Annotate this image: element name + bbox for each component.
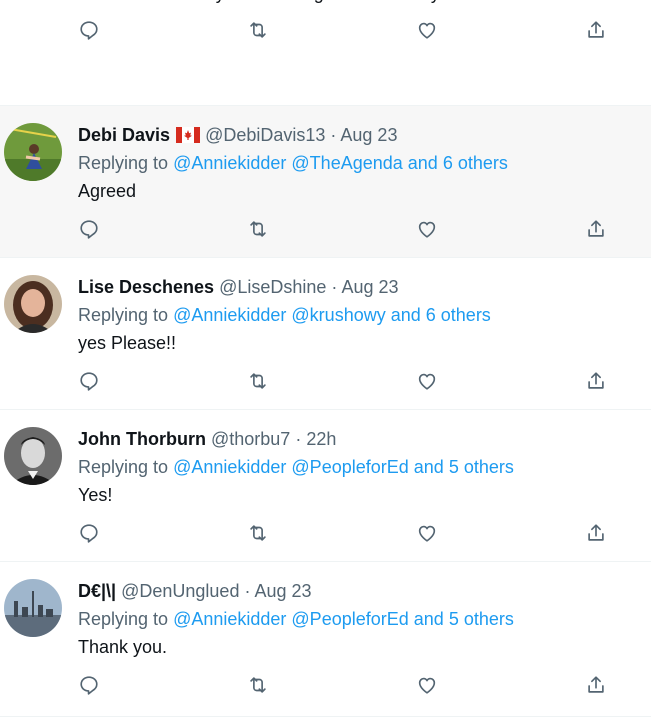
user-avatar[interactable] xyxy=(4,275,62,333)
canada-flag-icon xyxy=(176,126,201,148)
reply-icon xyxy=(78,19,100,41)
reply-tweet[interactable]: John Thorburn @thorbu7 · 22h Replying to … xyxy=(0,410,651,562)
retweet-button[interactable] xyxy=(246,521,270,545)
share-icon xyxy=(585,522,607,544)
user-avatar[interactable] xyxy=(4,579,62,637)
like-icon xyxy=(416,674,438,696)
tweet-timestamp[interactable]: 22h xyxy=(306,429,336,449)
retweet-icon xyxy=(247,522,269,544)
tweet-text: Fantastic! Thank you for taking this on.… xyxy=(78,0,556,4)
tweet-text: Yes! xyxy=(78,485,113,505)
retweet-button[interactable] xyxy=(246,369,270,393)
reply-button[interactable] xyxy=(77,673,101,697)
tweet-header: Debi Davis @DebiDavis13 · Aug 23 xyxy=(78,124,397,148)
like-button[interactable] xyxy=(415,217,439,241)
like-icon xyxy=(416,19,438,41)
reply-icon xyxy=(78,370,100,392)
share-button[interactable] xyxy=(584,521,608,545)
others-link[interactable]: and 5 others xyxy=(414,609,514,629)
retweet-icon xyxy=(247,674,269,696)
retweet-icon xyxy=(247,218,269,240)
share-icon xyxy=(585,218,607,240)
others-link[interactable]: and 6 others xyxy=(391,305,491,325)
retweet-button[interactable] xyxy=(246,217,270,241)
retweet-icon xyxy=(247,19,269,41)
mention-links[interactable]: @Anniekidder @TheAgenda xyxy=(173,153,403,173)
reply-icon xyxy=(78,218,100,240)
user-avatar[interactable] xyxy=(4,123,62,181)
tweet-header: Lise Deschenes @LiseDshine · Aug 23 xyxy=(78,276,399,298)
mention-links[interactable]: @Anniekidder @PeopleforEd xyxy=(173,457,409,477)
replying-to-line: Replying to @Anniekidder @TheAgenda and … xyxy=(78,152,508,174)
like-button[interactable] xyxy=(415,521,439,545)
reply-tweet[interactable]: Debi Davis @DebiDavis13 · Aug 23 Replying… xyxy=(0,106,651,258)
reply-tweet[interactable]: D€|\| @DenUnglued · Aug 23 Replying to @A… xyxy=(0,562,651,717)
replying-to-label: Replying to xyxy=(78,305,169,325)
tweet-header: D€|\| @DenUnglued · Aug 23 xyxy=(78,580,312,602)
share-button[interactable] xyxy=(584,673,608,697)
replying-to-line: Replying to @Anniekidder @PeopleforEd an… xyxy=(78,456,514,478)
replying-to-label: Replying to xyxy=(78,609,169,629)
tweet-timestamp[interactable]: Aug 23 xyxy=(341,277,398,297)
user-handle[interactable]: @thorbu7 xyxy=(211,429,290,449)
replying-to-line: Replying to @Anniekidder @krushowy and 6… xyxy=(78,304,491,326)
separator-dot: · xyxy=(326,277,342,297)
reply-icon xyxy=(78,522,100,544)
tweet-timestamp[interactable]: Aug 23 xyxy=(340,125,397,145)
tweet-header: John Thorburn @thorbu7 · 22h xyxy=(78,428,336,450)
retweet-icon xyxy=(247,370,269,392)
share-button[interactable] xyxy=(584,369,608,393)
others-link[interactable]: and 6 others xyxy=(408,153,508,173)
reply-button[interactable] xyxy=(77,217,101,241)
reply-tweet[interactable]: Lise Deschenes @LiseDshine · Aug 23 Reply… xyxy=(0,258,651,410)
reply-icon xyxy=(78,674,100,696)
reply-button[interactable] xyxy=(77,521,101,545)
others-link[interactable]: and 5 others xyxy=(414,457,514,477)
reply-tweet[interactable]: Replying to @Anniekidder @PeopleforEd an… xyxy=(0,0,651,106)
like-icon xyxy=(416,522,438,544)
like-button[interactable] xyxy=(415,673,439,697)
mention-links[interactable]: @Anniekidder @krushowy xyxy=(173,305,386,325)
separator-dot: · xyxy=(325,125,341,145)
replying-to-label: Replying to xyxy=(78,457,169,477)
reply-button[interactable] xyxy=(77,369,101,393)
replying-to-line: Replying to @Anniekidder @PeopleforEd an… xyxy=(78,608,514,630)
tweet-timestamp[interactable]: Aug 23 xyxy=(254,581,311,601)
retweet-button[interactable] xyxy=(246,18,270,42)
user-avatar[interactable] xyxy=(4,427,62,485)
like-icon xyxy=(416,370,438,392)
share-icon xyxy=(585,370,607,392)
user-handle[interactable]: @DebiDavis13 xyxy=(205,125,325,145)
display-name[interactable]: John Thorburn xyxy=(78,429,206,449)
share-button[interactable] xyxy=(584,18,608,42)
share-button[interactable] xyxy=(584,217,608,241)
reply-button[interactable] xyxy=(77,18,101,42)
separator-dot: · xyxy=(290,429,307,449)
tweet-text: Thank you. xyxy=(78,637,168,657)
like-button[interactable] xyxy=(415,369,439,393)
like-icon xyxy=(416,218,438,240)
mention-links[interactable]: @Anniekidder @PeopleforEd xyxy=(173,609,409,629)
tweet-text: yes Please!! xyxy=(78,333,177,353)
display-name[interactable]: Lise Deschenes xyxy=(78,277,214,297)
share-icon xyxy=(585,674,607,696)
user-handle[interactable]: @LiseDshine xyxy=(219,277,326,297)
user-handle[interactable]: @DenUnglued xyxy=(121,581,239,601)
display-name[interactable]: Debi Davis xyxy=(78,125,170,145)
display-name[interactable]: D€|\| xyxy=(78,581,116,601)
share-icon xyxy=(585,19,607,41)
like-button[interactable] xyxy=(415,18,439,42)
retweet-button[interactable] xyxy=(246,673,270,697)
separator-dot: · xyxy=(239,581,255,601)
tweet-text: Agreed xyxy=(78,181,137,201)
replying-to-label: Replying to xyxy=(78,153,169,173)
